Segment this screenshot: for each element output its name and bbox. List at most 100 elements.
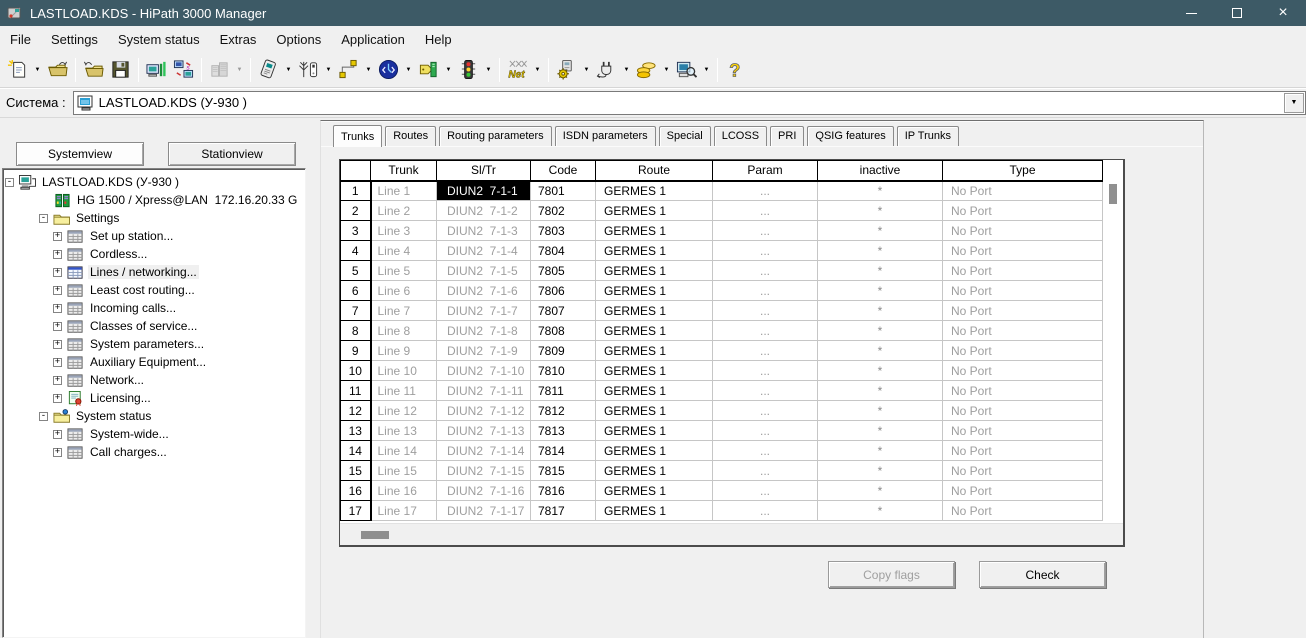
net-dropdown-icon[interactable]: ▼ xyxy=(531,56,544,83)
globe-icon[interactable] xyxy=(375,56,402,83)
cell-type[interactable]: No Port xyxy=(943,441,1103,461)
cell-param[interactable]: ... xyxy=(713,481,818,501)
horizontal-scrollbar-thumb[interactable] xyxy=(361,531,389,539)
systemview-button[interactable]: Systemview xyxy=(16,142,144,166)
cell-inactive[interactable]: * xyxy=(818,321,943,341)
cell-route[interactable]: GERMES 1 xyxy=(596,201,713,221)
network-connector-icon[interactable] xyxy=(335,56,362,83)
menu-item-help[interactable]: Help xyxy=(415,28,462,51)
cell-type[interactable]: No Port xyxy=(943,221,1103,241)
cell-param[interactable]: ... xyxy=(713,201,818,221)
cell-inactive[interactable]: * xyxy=(818,301,943,321)
cell-type[interactable]: No Port xyxy=(943,341,1103,361)
cell-trunk[interactable]: Line 3 xyxy=(371,221,437,241)
tab-isdn-parameters[interactable]: ISDN parameters xyxy=(555,126,656,146)
cell-code[interactable]: 7805 xyxy=(531,261,596,281)
tab-lcoss[interactable]: LCOSS xyxy=(714,126,767,146)
menu-item-system-status[interactable]: System status xyxy=(108,28,210,51)
cell-route[interactable]: GERMES 1 xyxy=(596,401,713,421)
cordless-antenna-dropdown-icon[interactable]: ▼ xyxy=(322,56,335,83)
expand-icon[interactable]: + xyxy=(53,268,62,277)
menu-item-application[interactable]: Application xyxy=(331,28,415,51)
cell-param[interactable]: ... xyxy=(713,341,818,361)
collapse-icon[interactable]: - xyxy=(39,214,48,223)
menu-item-extras[interactable]: Extras xyxy=(210,28,267,51)
cell-sl-tr[interactable]: DIUN2 7-1-5 xyxy=(437,261,531,281)
expand-icon[interactable]: + xyxy=(53,250,62,259)
expand-icon[interactable]: + xyxy=(53,376,62,385)
cell-inactive[interactable]: * xyxy=(818,281,943,301)
cell-type[interactable]: No Port xyxy=(943,241,1103,261)
cell-sl-tr[interactable]: DIUN2 7-1-16 xyxy=(437,481,531,501)
row-number[interactable]: 10 xyxy=(341,361,371,381)
open-file-icon[interactable] xyxy=(44,56,71,83)
cell-param[interactable]: ... xyxy=(713,181,818,201)
cell-route[interactable]: GERMES 1 xyxy=(596,241,713,261)
tab-special[interactable]: Special xyxy=(659,126,711,146)
gear-maintenance-icon[interactable] xyxy=(553,56,580,83)
cell-param[interactable]: ... xyxy=(713,321,818,341)
cell-trunk[interactable]: Line 4 xyxy=(371,241,437,261)
row-number[interactable]: 11 xyxy=(341,381,371,401)
cell-code[interactable]: 7814 xyxy=(531,441,596,461)
cell-code[interactable]: 7813 xyxy=(531,421,596,441)
cell-route[interactable]: GERMES 1 xyxy=(596,341,713,361)
cell-trunk[interactable]: Line 7 xyxy=(371,301,437,321)
cell-inactive[interactable]: * xyxy=(818,341,943,361)
menu-item-settings[interactable]: Settings xyxy=(41,28,108,51)
station-device-dropdown-icon[interactable]: ▼ xyxy=(282,56,295,83)
coins-charges-dropdown-icon[interactable]: ▼ xyxy=(660,56,673,83)
cell-param[interactable]: ... xyxy=(713,261,818,281)
import-file-icon[interactable] xyxy=(80,56,107,83)
tag-icon[interactable] xyxy=(415,56,442,83)
expand-icon[interactable]: + xyxy=(53,232,62,241)
tree-item-system-wide[interactable]: +System-wide... xyxy=(3,425,305,443)
cell-param[interactable]: ... xyxy=(713,301,818,321)
cell-inactive[interactable]: * xyxy=(818,401,943,421)
cell-inactive[interactable]: * xyxy=(818,461,943,481)
cell-trunk[interactable]: Line 8 xyxy=(371,321,437,341)
cell-trunk[interactable]: Line 5 xyxy=(371,261,437,281)
cell-trunk[interactable]: Line 11 xyxy=(371,381,437,401)
cell-sl-tr[interactable]: DIUN2 7-1-3 xyxy=(437,221,531,241)
tab-routes[interactable]: Routes xyxy=(385,126,436,146)
cell-inactive[interactable]: * xyxy=(818,361,943,381)
maximize-button[interactable] xyxy=(1214,0,1260,26)
row-number[interactable]: 3 xyxy=(341,221,371,241)
cell-inactive[interactable]: * xyxy=(818,441,943,461)
cell-trunk[interactable]: Line 10 xyxy=(371,361,437,381)
cell-route[interactable]: GERMES 1 xyxy=(596,381,713,401)
cell-code[interactable]: 7806 xyxy=(531,281,596,301)
row-number[interactable]: 2 xyxy=(341,201,371,221)
tab-pri[interactable]: PRI xyxy=(770,126,804,146)
cell-code[interactable]: 7811 xyxy=(531,381,596,401)
expand-icon[interactable]: + xyxy=(53,286,62,295)
tree-item-classes-of-service[interactable]: +Classes of service... xyxy=(3,317,305,335)
expand-icon[interactable]: + xyxy=(53,322,62,331)
cell-inactive[interactable]: * xyxy=(818,261,943,281)
cell-sl-tr[interactable]: DIUN2 7-1-8 xyxy=(437,321,531,341)
upload-station-icon[interactable] xyxy=(143,56,170,83)
plug-icon[interactable] xyxy=(593,56,620,83)
pc-search-icon[interactable] xyxy=(673,56,700,83)
row-number[interactable]: 9 xyxy=(341,341,371,361)
traffic-light-icon[interactable] xyxy=(455,56,482,83)
row-number[interactable]: 7 xyxy=(341,301,371,321)
cell-sl-tr[interactable]: DIUN2 7-1-4 xyxy=(437,241,531,261)
save-icon[interactable] xyxy=(107,56,134,83)
minimize-button[interactable] xyxy=(1168,0,1214,26)
cell-type[interactable]: No Port xyxy=(943,401,1103,421)
tree-item-hg-1500-xpress-lan-172-16-20-33-g[interactable]: HG 1500 / Xpress@LAN 172.16.20.33 G xyxy=(3,191,305,209)
cell-route[interactable]: GERMES 1 xyxy=(596,301,713,321)
row-number[interactable]: 1 xyxy=(341,181,371,201)
row-number[interactable]: 15 xyxy=(341,461,371,481)
cell-trunk[interactable]: Line 2 xyxy=(371,201,437,221)
close-button[interactable]: × xyxy=(1260,0,1306,26)
cell-code[interactable]: 7810 xyxy=(531,361,596,381)
coins-charges-icon[interactable] xyxy=(633,56,660,83)
tree-item-lines-networking[interactable]: +Lines / networking... xyxy=(3,263,305,281)
cell-type[interactable]: No Port xyxy=(943,361,1103,381)
expand-icon[interactable]: + xyxy=(53,430,62,439)
cell-route[interactable]: GERMES 1 xyxy=(596,421,713,441)
row-number[interactable]: 4 xyxy=(341,241,371,261)
